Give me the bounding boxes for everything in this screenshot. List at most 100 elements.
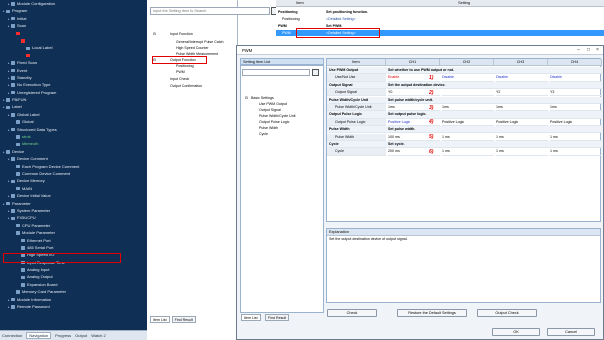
nav-item[interactable]: 485 Serial Port [0, 244, 147, 251]
nav-item[interactable]: Memory Card Parameter [0, 288, 147, 295]
close-icon[interactable]: × [596, 47, 599, 53]
setting-value-ch2[interactable]: 1ms [442, 104, 494, 112]
grid-setting-row[interactable]: Pulse Width/Cycle Unit 1ms 1ms 1ms 1ms 3) [327, 104, 602, 112]
setting-value-ch4[interactable]: Positive Logic [550, 119, 602, 126]
setting-value-ch4[interactable]: 1ms [550, 104, 602, 112]
list-output-pulse-logic[interactable]: Output Pulse Logic [259, 120, 289, 124]
nav-item[interactable]: ▸ Scan [0, 22, 147, 29]
positioning-detailed-setting-link[interactable]: <Detailed Setting> [326, 16, 356, 22]
nav-item[interactable]: ▸ No Execution Type [0, 81, 147, 88]
tab-navigation[interactable]: Navigation [26, 332, 52, 339]
grid-setting-row[interactable]: Cycle 200 ms 1 ms 1 ms 1 ms 6) [327, 148, 602, 156]
grid-setting-row[interactable]: Pulse Width 100 ms 1 ms 1 ms 1 ms 5) [327, 133, 602, 141]
setting-value-ch3[interactable]: 1ms [496, 104, 548, 112]
grid-setting-row[interactable]: Use/Not Use Enable Disable Disable Disable 1) [327, 74, 602, 82]
nav-item[interactable]: Ethernet Port [0, 237, 147, 244]
nav-item[interactable]: Expansion Board [0, 281, 147, 288]
grid-setting-row[interactable]: Output Signal Y0 Y2 Y3 2) [327, 89, 602, 97]
setting-value-ch3[interactable]: 1 ms [496, 148, 548, 156]
nav-item[interactable]: struk [0, 133, 147, 140]
nav-item[interactable]: Each Program Device Comment [0, 163, 147, 170]
nav-item[interactable]: ▸ Fixed Scan [0, 59, 147, 66]
grid-setting-row[interactable]: Output Pulse Logic Positive Logic Positive… [327, 118, 602, 126]
setting-value-ch2[interactable]: 1 ms [442, 134, 494, 141]
nav-item[interactable]: Module Parameter [0, 229, 147, 236]
nav-item[interactable]: Analog Input [0, 266, 147, 273]
setting-value-ch2[interactable]: 1 ms [442, 148, 494, 156]
nav-item[interactable]: Analog Output [0, 273, 147, 280]
minimize-icon[interactable]: – [577, 47, 580, 53]
setting-value-ch4[interactable]: Y3 [550, 89, 602, 97]
nav-item[interactable]: ▸ Device [0, 148, 147, 155]
nav-item[interactable]: ▸ Parameter [0, 200, 147, 207]
nav-item[interactable]: Local Label [0, 44, 147, 51]
nav-item[interactable]: ▸ Standby [0, 74, 147, 81]
nav-item[interactable]: ▸ Device Initial Value [0, 192, 147, 199]
maximize-icon[interactable]: □ [587, 47, 590, 53]
ok-button[interactable]: OK [492, 328, 540, 336]
tree-minus-icon[interactable]: ⊟ [245, 96, 248, 100]
tree-item-pwm[interactable]: PWM [176, 70, 185, 74]
setting-value-ch4[interactable]: 1 ms [550, 134, 602, 141]
check-button[interactable]: Check [327, 309, 377, 317]
setting-value-ch4[interactable]: Disable [550, 74, 602, 82]
nav-item[interactable]: MAIN [0, 185, 147, 192]
setting-value-ch4[interactable]: 1 ms [550, 148, 602, 156]
list-pulse-width-cycle-unit[interactable]: Pulse Width/Cycle Unit [259, 114, 296, 118]
list-basic-settings[interactable]: Basic Settings [251, 96, 274, 100]
nav-item[interactable]: CPU Parameter [0, 222, 147, 229]
nav-item[interactable]: ▸ Module Information [0, 296, 147, 303]
tab-progress[interactable]: Progress [55, 333, 71, 338]
nav-item[interactable]: ▸ FB/FUN [0, 96, 147, 103]
dialog-tab-item-list[interactable]: Item List [241, 314, 261, 321]
restore-defaults-button[interactable]: Restore the Default Settings [397, 309, 467, 317]
nav-item[interactable]: ▸ Device Memory [0, 177, 147, 184]
tab-connection[interactable]: Connection [2, 333, 22, 338]
setting-value-ch2[interactable]: Disable [442, 74, 494, 82]
tree-item-high-speed-counter[interactable]: High Speed Counter [176, 46, 209, 50]
list-use-pwm-output[interactable]: Use PWM Output [259, 102, 287, 106]
output-check-button[interactable]: Output Check [477, 309, 537, 317]
tab-find-result[interactable]: Find Result [171, 316, 196, 323]
tree-item-input-function[interactable]: Input Function [170, 32, 193, 36]
tree-search-input[interactable]: Input the Setting Item to Search [150, 7, 270, 15]
tree-item-input-check[interactable]: Input Check [170, 77, 189, 81]
nav-item[interactable]: ▸ Initial [0, 15, 147, 22]
dialog-tab-find-result[interactable]: Find Result [265, 314, 290, 321]
setting-value-ch3[interactable]: Y2 [496, 89, 548, 97]
nav-item[interactable]: Common Device Comment [0, 170, 147, 177]
list-cycle[interactable]: Cycle [259, 132, 268, 136]
tree-item-general-interrupt[interactable]: General/Interrupt Pulse Catch [176, 40, 224, 44]
nav-item[interactable]: ▸ FX5UCPU [0, 214, 147, 221]
setting-value-ch2[interactable] [442, 89, 494, 97]
tab-output[interactable]: Output [75, 333, 87, 338]
tab-watch-2[interactable]: Watch 2 [91, 333, 106, 338]
nav-item[interactable]: ▸ Device Comment [0, 155, 147, 162]
nav-item[interactable]: ▸ Global Label [0, 111, 147, 118]
setting-value-ch2[interactable]: Positive Logic [442, 119, 494, 126]
setting-value-ch3[interactable]: Disable [496, 74, 548, 82]
list-output-signal[interactable]: Output Signal [259, 108, 281, 112]
nav-item[interactable]: kthmeuth [0, 140, 147, 147]
nav-item[interactable]: Global [0, 118, 147, 125]
cancel-button[interactable]: Cancel [547, 328, 595, 336]
setting-value-ch3[interactable]: 1 ms [496, 134, 548, 141]
nav-item[interactable]: ▸ Unregistered Program [0, 89, 147, 96]
tree-minus-icon[interactable]: ⊟ [153, 32, 156, 36]
tree-item-positioning[interactable]: Positioning [176, 64, 194, 68]
nav-item[interactable]: ▸ Remote Password [0, 303, 147, 310]
tab-item-list[interactable]: Item List [150, 316, 170, 323]
nav-item[interactable]: ▸ Label [0, 103, 147, 110]
nav-item[interactable] [0, 37, 147, 44]
nav-item[interactable] [0, 30, 147, 37]
nav-item[interactable]: ▸ Module Configuration [0, 0, 147, 7]
list-pulse-width[interactable]: Pulse Width [259, 126, 278, 130]
nav-item[interactable] [0, 52, 147, 59]
setting-value-ch3[interactable]: Positive Logic [496, 119, 548, 126]
nav-item[interactable]: ▸ System Parameter [0, 207, 147, 214]
nav-item[interactable]: ▸ Structured Data Types [0, 126, 147, 133]
dialog-search-input[interactable] [242, 69, 310, 76]
dialog-search-button[interactable] [312, 69, 319, 76]
nav-item[interactable]: ▸ Program [0, 7, 147, 14]
nav-item[interactable]: ▸ Event [0, 67, 147, 74]
